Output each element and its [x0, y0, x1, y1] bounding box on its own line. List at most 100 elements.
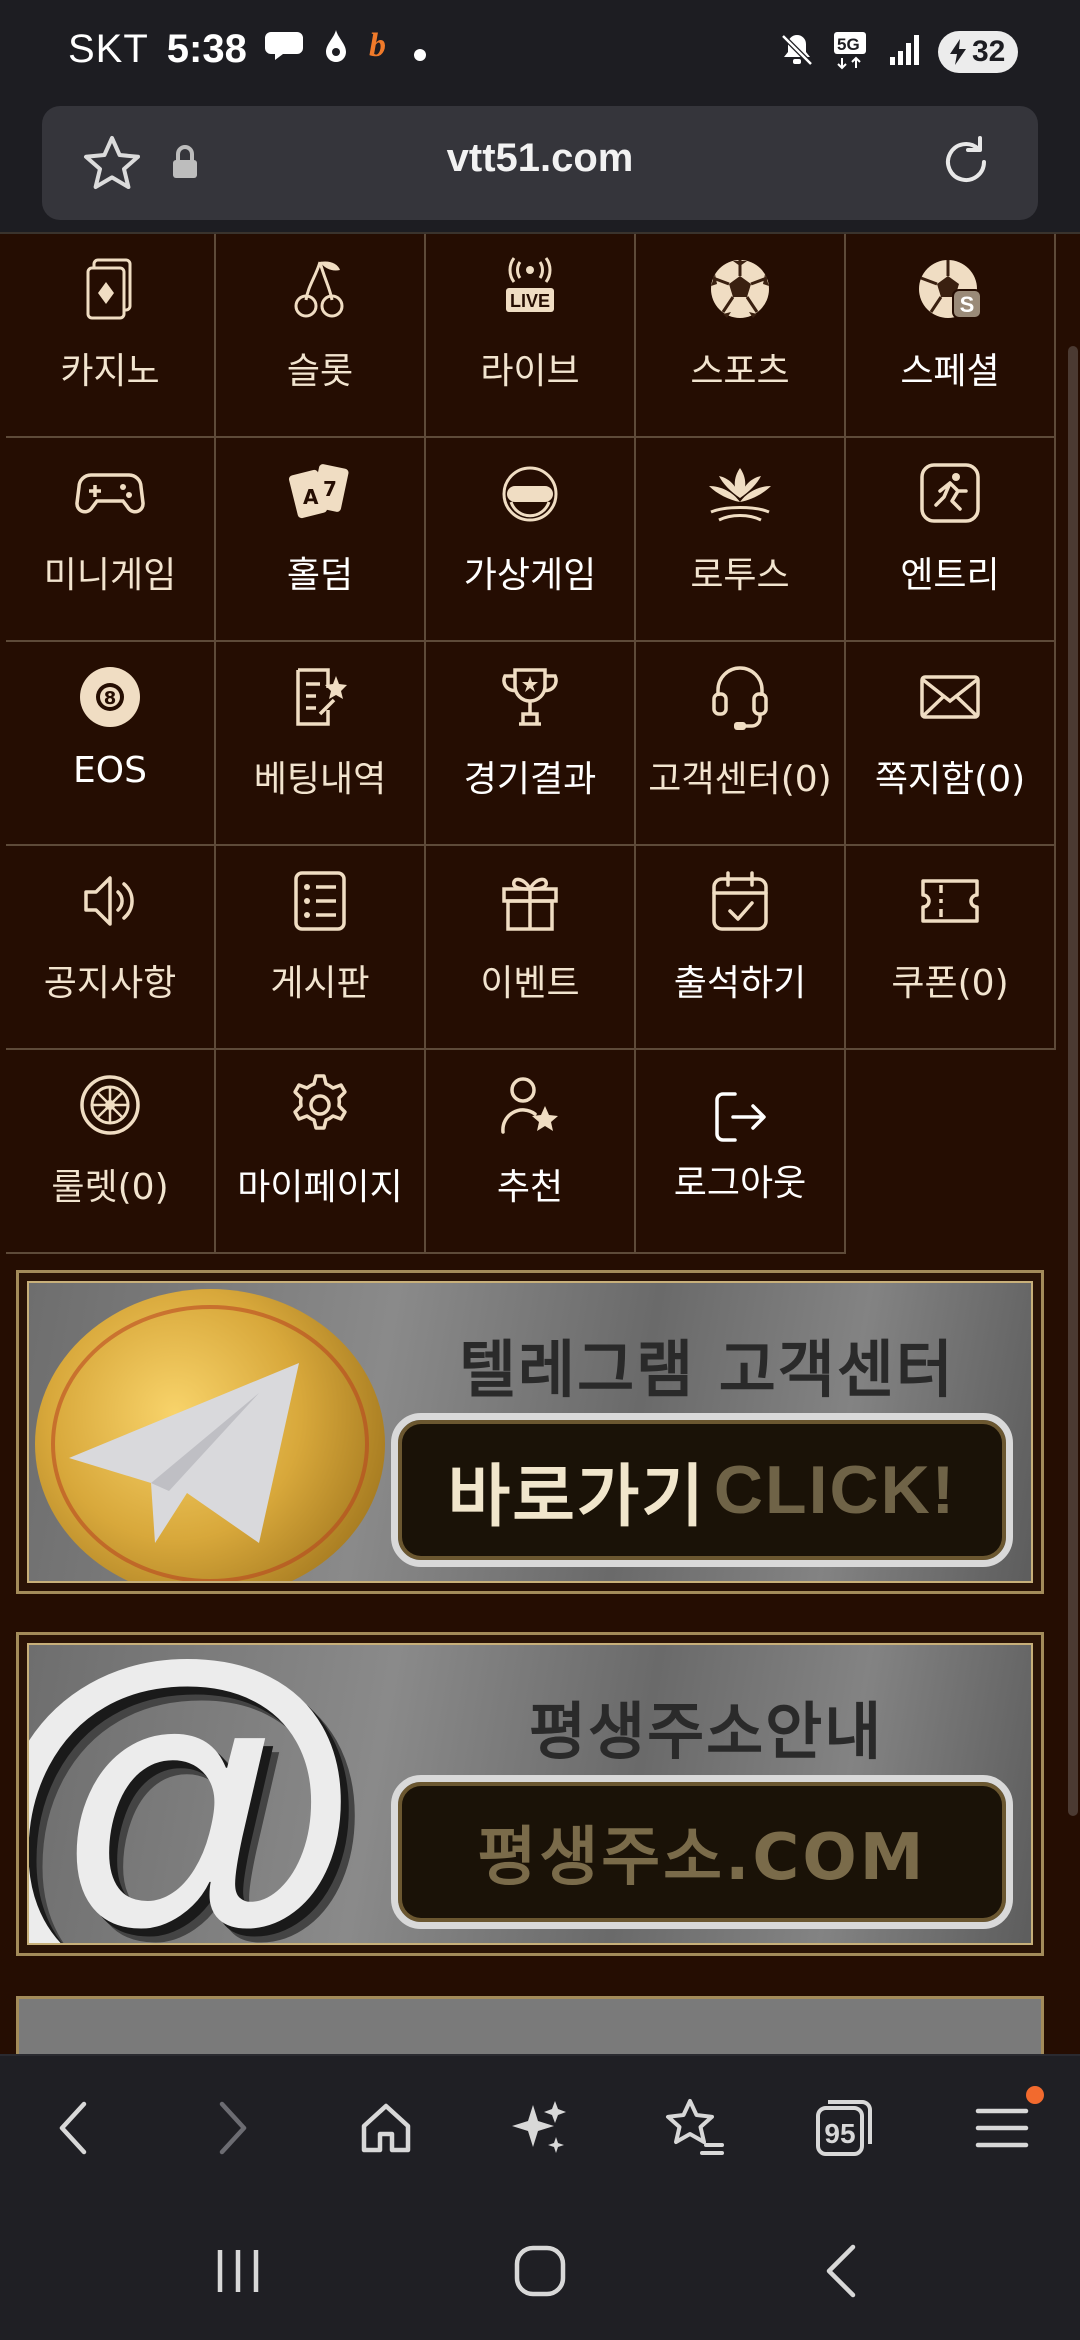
- menu-item-user-star[interactable]: 추천: [426, 1050, 636, 1254]
- at-sign-icon: @: [29, 1645, 389, 1943]
- svg-text:8: 8: [104, 688, 117, 709]
- menu-item-label: 미니게임: [43, 555, 177, 596]
- hamburger-menu-icon: [975, 2108, 1029, 2148]
- calendar-check-icon: [636, 864, 844, 938]
- menu-item-label: 게시판: [270, 963, 370, 1004]
- cherry-icon: [216, 252, 424, 326]
- menu-item-entry-runner[interactable]: 엔트리: [846, 438, 1056, 642]
- drop-app-icon: [323, 27, 349, 72]
- status-bar: SKT 5:38 b 5G 32: [0, 0, 1080, 100]
- battery-indicator: 32: [938, 31, 1018, 73]
- b-app-icon: b: [367, 26, 395, 72]
- banner-telegram-inner: 텔레그램 고객센터 바로가기 CLICK!: [27, 1281, 1033, 1583]
- menu-item-lotus[interactable]: 로투스: [636, 438, 846, 642]
- list-board-icon: [216, 864, 424, 938]
- menu-item-eight-ball[interactable]: 8 EOS: [6, 642, 216, 846]
- permanent-address-banner[interactable]: @ 평생주소안내 평생주소.COM: [16, 1632, 1044, 1956]
- dot-icon: [413, 27, 427, 72]
- back-nav-button[interactable]: [802, 2236, 882, 2306]
- tabs-button[interactable]: 95: [808, 2092, 880, 2164]
- page-content[interactable]: 카지노 슬롯 LIVE 라이브 스포츠 S 스페셜미니게임 A 7 홀덤 가상게임 로투스 엔트리 8 EO…: [0, 234, 1080, 2054]
- network-5g-icon: 5G: [832, 30, 872, 74]
- menu-item-casino-card[interactable]: 카지노: [6, 234, 216, 438]
- eight-ball-icon: 8: [6, 660, 214, 734]
- menu-item-trophy[interactable]: 경기결과: [426, 642, 636, 846]
- menu-item-live-broadcast[interactable]: LIVE 라이브: [426, 234, 636, 438]
- browser-top-bar: vtt51.com: [0, 100, 1080, 234]
- back-button[interactable]: [38, 2092, 110, 2164]
- coupon-icon: [846, 864, 1054, 938]
- menu-item-label: 로투스: [690, 555, 790, 596]
- menu-item-gift[interactable]: 이벤트: [426, 846, 636, 1050]
- menu-item-betting-history[interactable]: 베팅내역: [216, 642, 426, 846]
- menu-item-label: 스포츠: [690, 351, 790, 392]
- menu-item-label: 고객센터(0): [648, 759, 832, 800]
- logout-icon: [636, 1080, 844, 1154]
- menu-item-speaker[interactable]: 공지사항: [6, 846, 216, 1050]
- home-icon: [361, 2103, 411, 2153]
- svg-text:7: 7: [323, 477, 337, 501]
- menu-item-logout[interactable]: 로그아웃: [636, 1050, 846, 1254]
- roulette-icon: [6, 1068, 214, 1142]
- menu-item-vr-headset[interactable]: 가상게임: [426, 438, 636, 642]
- home-nav-button[interactable]: [500, 2236, 580, 2306]
- live-broadcast-icon: LIVE: [426, 252, 634, 326]
- url-bar[interactable]: vtt51.com: [42, 106, 1038, 220]
- star-list-icon: [666, 2099, 724, 2155]
- menu-item-soccer-ball[interactable]: 스포츠: [636, 234, 846, 438]
- menu-item-coupon[interactable]: 쿠폰(0): [846, 846, 1056, 1050]
- browser-bottom-toolbar: 95: [0, 2054, 1080, 2194]
- menu-item-label: 스페셜: [900, 351, 1000, 392]
- menu-item-special-soccer[interactable]: S 스페셜: [846, 234, 1056, 438]
- reload-icon[interactable]: [936, 132, 996, 196]
- menu-button[interactable]: [966, 2086, 1044, 2164]
- menu-item-calendar-check[interactable]: 출석하기: [636, 846, 846, 1050]
- menu-item-roulette[interactable]: 룰렛(0): [6, 1050, 216, 1254]
- partial-banner-tennis[interactable]: [16, 1996, 1044, 2054]
- menu-item-label: 카지노: [60, 351, 160, 392]
- telegram-go-button[interactable]: 바로가기 CLICK!: [391, 1413, 1013, 1567]
- address-button-label: 평생주소.COM: [477, 1821, 927, 1895]
- menu-item-envelope[interactable]: 쪽지함(0): [846, 642, 1056, 846]
- menu-item-gamepad[interactable]: 미니게임: [6, 438, 216, 642]
- back-arrow-icon: [59, 2101, 87, 2155]
- menu-item-poker-cards[interactable]: A 7 홀덤: [216, 438, 426, 642]
- carrier-label: SKT: [68, 26, 149, 71]
- scrollbar-thumb[interactable]: [1068, 346, 1078, 1816]
- menu-item-label: 엔트리: [900, 555, 1000, 596]
- speaker-icon: [6, 864, 214, 938]
- soccer-ball-icon: [636, 252, 844, 326]
- vr-headset-icon: [426, 456, 634, 530]
- menu-item-cherry[interactable]: 슬롯: [216, 234, 426, 438]
- bookmarks-button[interactable]: [658, 2092, 730, 2164]
- status-right: 5G 32: [778, 30, 1018, 74]
- address-button[interactable]: 평생주소.COM: [391, 1775, 1013, 1929]
- headset-icon: [636, 660, 844, 734]
- menu-item-label: 로그아웃: [673, 1163, 807, 1204]
- svg-text:b: b: [369, 27, 386, 62]
- poker-cards-icon: A7: [216, 456, 424, 530]
- forward-arrow-icon: [219, 2101, 247, 2155]
- menu-item-label: 슬롯: [286, 351, 354, 392]
- url-text[interactable]: vtt51.com: [42, 136, 1038, 181]
- lotus-icon: [636, 456, 844, 530]
- menu-item-list-board[interactable]: 게시판: [216, 846, 426, 1050]
- ai-sparkle-button[interactable]: [504, 2092, 576, 2164]
- menu-item-gear[interactable]: 마이페이지: [216, 1050, 426, 1254]
- menu-item-label: 쪽지함(0): [874, 759, 1026, 800]
- menu-item-label: 가상게임: [463, 555, 597, 596]
- menu-item-label: 마이페이지: [237, 1167, 403, 1208]
- telegram-banner-title: 텔레그램 고객센터: [459, 1333, 955, 1406]
- gear-icon: [216, 1068, 424, 1142]
- menu-item-headset[interactable]: 고객센터(0): [636, 642, 846, 846]
- menu-item-label: EOS: [73, 750, 147, 791]
- home-button[interactable]: [350, 2092, 422, 2164]
- menu-item-label: 홀덤: [286, 555, 354, 596]
- telegram-support-banner[interactable]: 텔레그램 고객센터 바로가기 CLICK!: [16, 1270, 1044, 1594]
- recent-apps-button[interactable]: [198, 2236, 278, 2306]
- sparkle-icon: [512, 2101, 566, 2153]
- menu-item-label: 출석하기: [673, 963, 807, 1004]
- forward-button[interactable]: [196, 2092, 268, 2164]
- special-soccer-icon: S: [846, 252, 1054, 326]
- clock: 5:38: [166, 26, 247, 71]
